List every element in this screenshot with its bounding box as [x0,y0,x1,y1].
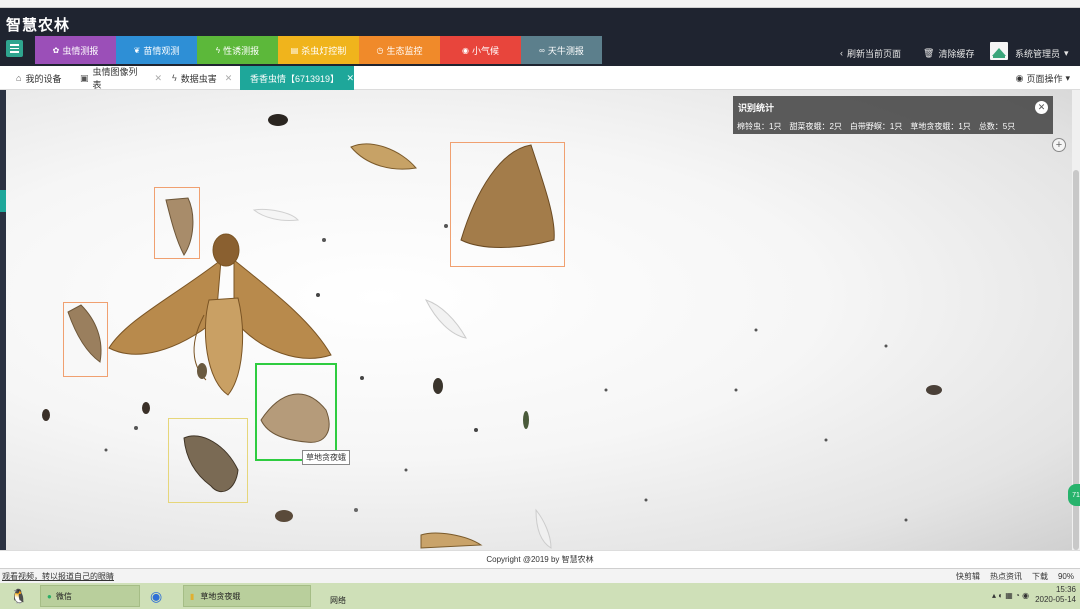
stat-item: 草地贪夜蛾：1只 [910,122,971,131]
page-operations-dropdown[interactable]: ◉ 页面操作 ▾ [1016,72,1070,85]
nav-tab-insect-lamp[interactable]: ▤ 杀虫灯控制 [278,36,359,64]
nav-tab-pest-forecast[interactable]: ✿ 虫情测报 [35,36,116,64]
status-tools: 快剪辑 热点资讯 下载 90% [956,571,1074,582]
nav-tab-longhorn-forecast[interactable]: ∞ 天牛测报 [521,36,602,64]
qq-icon[interactable]: 🐧 [10,585,27,607]
module-nav: ✿ 虫情测报 ❦ 苗情观测 ϟ 性诱测报 ▤ 杀虫灯控制 ◷ 生态监控 ◉ 小气候 ∞ 天牛测… [35,36,602,64]
clear-cache-button[interactable]: 🗑 清除缓存 [923,46,974,60]
app-title: 智慧农林 [6,17,71,34]
circle-dot-icon: ◉ [1015,73,1024,83]
wechat-icon: ● [47,591,52,601]
image-icon: ▣ [80,72,89,83]
os-taskbar: 🐧 ● 微信 ◉ ▮ 草地贪夜蛾 网络 ▴ ◐ ▦ ◔ ◉ 15:36 2020-0… [0,583,1080,609]
bug-icon: ✿ [52,45,60,55]
caret-down-icon: ▾ [1064,47,1069,58]
pest-image-viewer[interactable]: 草地贪夜蛾 [6,90,1072,550]
stats-title: 识别统计 [738,103,775,113]
zoom-in-icon[interactable]: + [1052,138,1066,152]
status-message[interactable]: 观看视频，转以报道自己的眼睛 [2,571,114,582]
page-footer: Copyright @2019 by 智慧农林 [0,550,1080,568]
leaf-icon: ❦ [133,45,141,55]
page-tabbar: ⌂ 我的设备 ▣ 虫情图像列表 ✕ ϟ 数据虫害 ✕ 香香虫情【6713919】 ✕ ◉ 页面… [0,66,1080,90]
nav-tab-microclimate[interactable]: ◉ 小气候 [440,36,521,64]
refresh-icon: ‹ [840,48,843,58]
stat-item: 白带野螟：1只 [849,122,903,131]
hot-news-button[interactable]: 热点资讯 [990,571,1022,582]
quick-edit-button[interactable]: 快剪辑 [956,571,980,582]
bolt-icon: ϟ [172,73,177,83]
detection-box-highlighted[interactable] [255,363,337,461]
detection-box[interactable] [450,142,565,267]
tab-my-devices[interactable]: ⌂ 我的设备 [6,66,68,90]
stat-item: 棉铃虫：1只 [737,122,782,131]
lamp-icon: ▤ [290,45,299,55]
nav-tab-eco-monitor[interactable]: ◷ 生态监控 [359,36,440,64]
browser-top-strip [0,0,1080,8]
taskbar-item-folder[interactable]: ▮ 草地贪夜蛾 [183,585,311,607]
camera-icon: ◷ [376,45,384,55]
folder-icon: ▮ [190,591,195,601]
nav-tab-seedling-observe[interactable]: ❦ 苗情观测 [116,36,197,64]
detection-label: 草地贪夜蛾 [302,450,350,465]
trash-icon: 🗑 [923,47,935,58]
avatar[interactable] [990,42,1008,60]
app-header: 智慧农林 ✿ 虫情测报 ❦ 苗情观测 ϟ 性诱测报 ▤ 杀虫灯控制 ◷ 生态监控 ◉ 小气候… [0,8,1080,66]
detection-box[interactable] [154,187,200,259]
stats-summary: 棉铃虫：1只 甜菜夜蛾：2只 白带野螟：1只 草地贪夜蛾：1只 总数：5只 [737,121,1023,132]
detection-box[interactable] [63,302,108,377]
download-button[interactable]: 下载 [1032,571,1048,582]
beetle-icon: ∞ [539,45,545,55]
tab-data-pest[interactable]: ϟ 数据虫害 ✕ [162,66,240,90]
browser-icon[interactable]: ◉ [150,585,162,607]
tab-pest-image-list[interactable]: ▣ 虫情图像列表 ✕ [70,66,162,90]
close-icon[interactable]: ✕ [154,73,162,84]
nav-tab-sex-lure[interactable]: ϟ 性诱测报 [197,36,278,64]
tab-current-pest-detail[interactable]: 香香虫情【6713919】 ✕ [240,66,354,90]
stat-total: 总数：5只 [978,122,1016,131]
home-icon: ⌂ [16,73,22,83]
user-menu[interactable]: 系统管理员 ▾ [1015,46,1073,60]
bolt-icon: ϟ [215,45,221,55]
taskbar-item-network[interactable]: 网络 [330,593,346,607]
detection-box[interactable] [168,418,248,503]
menu-toggle-button[interactable] [6,40,23,57]
close-icon[interactable]: ✕ [225,73,233,84]
recognition-stats-panel: 识别统计 ✕ 棉铃虫：1只 甜菜夜蛾：2只 白带野螟：1只 草地贪夜蛾：1只 总… [733,96,1053,134]
tray-icons[interactable]: ▴ ◐ ▦ ◔ ◉ [992,591,1029,600]
copyright-text: Copyright @2019 by 智慧农林 [486,555,594,564]
stat-item: 甜菜夜蛾：2只 [789,122,842,131]
zoom-level[interactable]: 90% [1058,572,1074,581]
refresh-page-button[interactable]: ‹ 刷新当前页面 [840,46,901,60]
browser-statusbar: 观看视频，转以报道自己的眼睛 快剪辑 热点资讯 下载 90% [0,568,1080,583]
taskbar-item-wechat[interactable]: ● 微信 [40,585,140,607]
close-icon[interactable]: ✕ [346,73,354,84]
close-icon[interactable]: ✕ [1035,101,1048,114]
floating-badge[interactable]: 71 [1068,484,1080,506]
clock[interactable]: 15:36 2020-05-14 [1035,585,1076,605]
weather-icon: ◉ [462,45,469,55]
caret-down-icon: ▾ [1065,73,1070,83]
system-tray: ▴ ◐ ▦ ◔ ◉ 15:36 2020-05-14 [992,585,1076,605]
